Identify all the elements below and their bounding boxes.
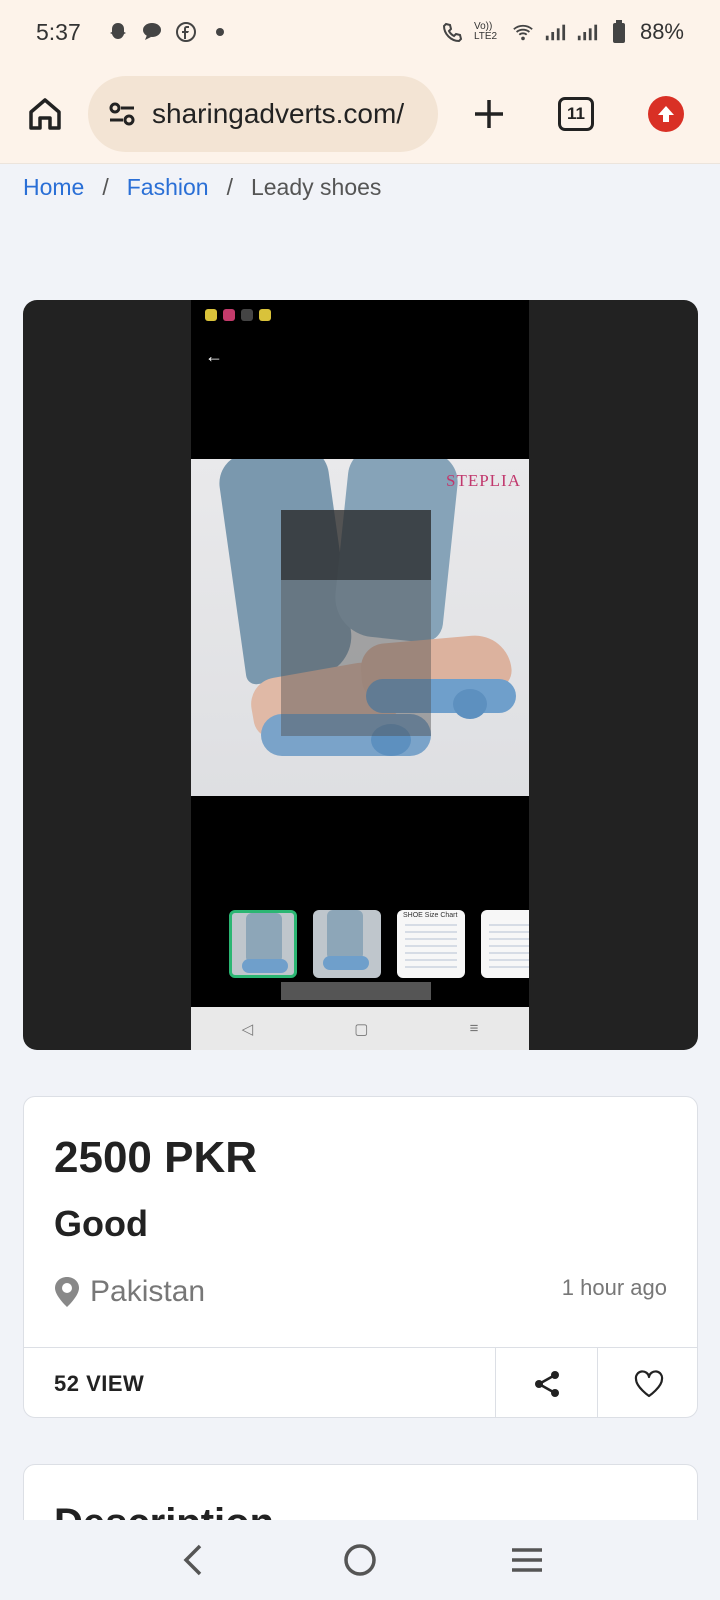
system-back-button[interactable] (168, 1535, 218, 1585)
thumb-sandal (323, 956, 369, 970)
new-tab-button[interactable] (464, 89, 514, 139)
tiktok-icon (223, 309, 235, 321)
arrow-up-icon (658, 105, 674, 122)
status-bar: 5:37 Vo)) LTE2 88% (0, 0, 720, 64)
chevron-left-icon (183, 1544, 202, 1576)
system-recents-button[interactable] (502, 1535, 552, 1585)
update-button[interactable] (648, 95, 684, 132)
thumbnail-strip: SHOE Size Chart (229, 910, 529, 978)
share-icon (534, 1370, 559, 1397)
breadcrumb-separator: / (226, 174, 233, 200)
brand-logo: STEPLIA (446, 471, 521, 490)
url-bar[interactable]: sharingadverts.com/ (88, 75, 438, 152)
battery-percent: 88% (639, 19, 684, 44)
snapchat-icon (107, 21, 129, 43)
status-time: 5:37 (36, 18, 81, 45)
network-label: Vo)) LTE2 (473, 21, 498, 42)
thumb-legs (246, 913, 282, 963)
breadcrumb-fashion-link[interactable]: Fashion (127, 174, 209, 201)
circle-icon (344, 1544, 376, 1576)
posted-time: 1 hour ago (561, 1275, 667, 1300)
nested-nav-bar (281, 982, 431, 1000)
product-image[interactable]: ← STEPLIA SHOE Size Chart ◁ ▢ ≡ (191, 300, 529, 1050)
battery-icon (608, 20, 630, 43)
notification-icons (107, 21, 231, 43)
facebook-icon (175, 21, 197, 43)
tab-count: 11 (567, 103, 585, 123)
breadcrumb-current: Leady shoes (250, 174, 382, 200)
location-text: Pakistan (90, 1275, 206, 1308)
signal-sim2-icon (576, 21, 598, 43)
condition: Good (54, 1203, 148, 1244)
thumbnail-4[interactable] (481, 910, 529, 978)
system-home-button[interactable] (335, 1535, 385, 1585)
image-back-arrow-icon: ← (205, 346, 223, 366)
image-nav-bar: ◁ ▢ ≡ (191, 1007, 529, 1050)
wifi-icon (512, 21, 534, 43)
breadcrumb-home-link[interactable]: Home (23, 174, 84, 201)
volte-call-icon (442, 21, 464, 43)
menu-lines-icon: ≡ (469, 1020, 479, 1037)
app-icon (241, 309, 253, 321)
breadcrumb-separator: / (102, 174, 109, 200)
share-button[interactable] (495, 1348, 597, 1417)
system-nav-bar (0, 1520, 720, 1600)
price: 2500 PKR (54, 1133, 258, 1182)
location-pin-icon (55, 1277, 79, 1307)
view-count: 52 VIEW (54, 1370, 145, 1396)
breadcrumb: Home / Fashion / Leady shoes (23, 174, 381, 201)
overlay-header (281, 510, 431, 580)
app-icon (205, 309, 217, 321)
size-chart-lines (405, 924, 457, 968)
status-indicators: Vo)) LTE2 88% (442, 19, 684, 45)
size-chart-label: SHOE Size Chart (403, 912, 458, 919)
thumbnail-1[interactable] (229, 910, 297, 978)
thumbnail-3[interactable]: SHOE Size Chart (397, 910, 465, 978)
favorite-button[interactable] (597, 1348, 697, 1417)
plus-icon (475, 99, 503, 128)
size-chart-lines (489, 924, 529, 968)
browser-home-button[interactable] (20, 89, 70, 139)
signal-sim1-icon (544, 21, 566, 43)
tab-switcher-button[interactable]: 11 (558, 96, 594, 131)
thumb-sandal (242, 959, 288, 973)
back-triangle-icon: ◁ (241, 1020, 254, 1038)
browser-toolbar: sharingadverts.com/ 11 (0, 64, 720, 164)
chat-bubble-icon (141, 21, 163, 43)
more-notifications-dot-icon (209, 21, 231, 43)
square-icon: ▢ (354, 1020, 369, 1038)
menu-icon (511, 1548, 542, 1572)
listing-actions: 52 VIEW (24, 1347, 697, 1417)
listing-info-card: 2500 PKR Good Pakistan 1 hour ago 52 VIE… (23, 1096, 698, 1418)
thumb-legs (327, 910, 363, 960)
thumbnail-2[interactable] (313, 910, 381, 978)
site-settings-icon[interactable] (106, 98, 138, 130)
app-icon (259, 309, 271, 321)
image-status-bar (191, 300, 529, 330)
nested-screenshot-overlay (281, 510, 431, 736)
location: Pakistan (54, 1275, 205, 1309)
heart-icon (634, 1369, 663, 1397)
url-text[interactable]: sharingadverts.com/ (152, 98, 404, 130)
product-image-gallery[interactable]: ← STEPLIA SHOE Size Chart ◁ ▢ ≡ (23, 300, 698, 1050)
home-icon (29, 97, 61, 130)
sandal-disc (453, 689, 487, 719)
